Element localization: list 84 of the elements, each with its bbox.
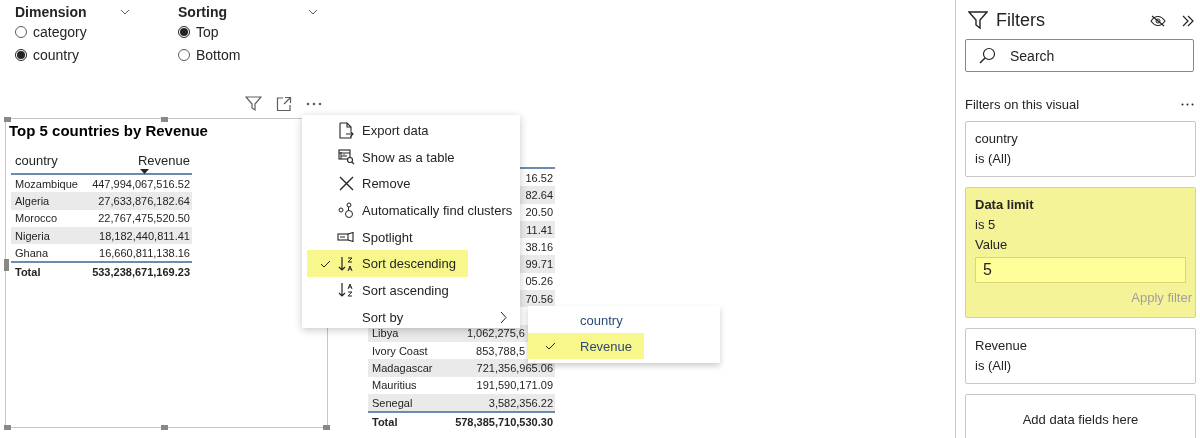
filter-summary: is 5 [975,216,997,234]
radio-option[interactable]: country [15,43,79,66]
total-label: Total [14,266,42,278]
filter-field: Data limit [975,195,1186,215]
table-cell: Libya [372,327,399,340]
spotlight-icon [337,232,355,243]
column-header[interactable]: Revenue [131,153,192,168]
table-cell-text: Algeria [14,194,51,207]
table-cell-text: 82.64 [525,188,554,201]
section-label: Filters on this visual [965,97,1080,112]
total-value: 533,238,671,169.23 [92,266,191,278]
table-cell-text: 38.16 [525,240,554,253]
table-cell-text: 70.56 [525,292,554,305]
search-icon [979,47,996,64]
filter-field: Revenue [975,336,1186,356]
filter-icon[interactable] [245,96,262,112]
table-cell-text: Morocco [14,212,59,225]
sort-descending-icon [338,255,354,272]
filter-summary: is (All) [975,150,1013,168]
filter-icon [968,11,988,30]
table-cell-text: 18,182,440,811.41 [99,229,191,242]
chevron-right-icon [500,311,507,324]
close-icon [338,176,354,192]
table-cell-text: 447,994,067,516.52 [92,177,191,190]
radio-option[interactable]: Bottom [178,43,241,66]
resize-handle[interactable] [4,117,11,122]
chevron-icon[interactable] [308,9,318,15]
more-options-icon[interactable] [306,102,322,106]
menu-item[interactable]: Sort descending [307,250,468,278]
table-cell-text: 05.26 [525,275,554,288]
filter-field: country [975,129,1186,149]
table-cell-text: Senegal [371,396,414,409]
table-cell: Ivory Coast [372,344,428,357]
table-cell-text: 191,590,171.09 [476,379,554,392]
slicer-title: Sorting [178,4,227,20]
filter-summary: is (All) [975,357,1013,375]
menu-item[interactable]: Revenue [528,333,645,359]
more-options-icon[interactable] [1181,103,1194,106]
table-cell-text: 1,062,275,6 [466,327,526,340]
table-cell-text: 16.52 [525,171,554,184]
pane-title: Filters [996,10,1046,31]
table-icon [337,149,355,166]
resize-handle[interactable] [323,425,330,430]
value-field[interactable]: 5 [975,257,1186,283]
total-label: Total [371,415,399,428]
chevron-icon[interactable] [120,9,130,15]
table-cell-text: Ghana [14,246,50,259]
resize-handle[interactable] [161,425,168,430]
drop-zone-label: Add data fields here [1022,412,1139,427]
filter-card[interactable]: country is (All) [965,121,1196,177]
table-cell-text: Nigeria [14,229,51,242]
resize-handle[interactable] [4,259,9,271]
resize-handle[interactable] [161,117,168,122]
clusters-icon [337,201,355,219]
search-field[interactable]: Search [965,39,1194,72]
table-cell-text: 22,767,475,520.50 [98,212,191,225]
filter-card[interactable]: Revenue is (All) [965,328,1196,384]
table-cell-text: 16,660,811,138.16 [99,246,191,259]
menu-item[interactable]: country [528,307,635,333]
table-cell-text: Madagascar [371,361,434,374]
visual-title: Top 5 countries by Revenue [9,122,209,140]
table-cell-text: 27,633,876,182.64 [98,194,191,207]
total-value: 578,385,710,530.30 [455,415,554,428]
table-cell-text: 99.71 [525,258,554,271]
slicer-title: Dimension [15,4,87,20]
collapse-icon[interactable] [1182,14,1194,27]
field-label: Value [975,236,1009,254]
visibility-off-icon[interactable] [1150,14,1166,27]
resize-handle[interactable] [4,425,11,430]
table-cell-text: Mozambique [14,177,79,190]
table-cell-text: 20.50 [525,206,554,219]
expand-icon[interactable] [276,96,292,112]
radio-option[interactable]: Top [178,20,219,43]
filter-card[interactable]: Add data fields here [965,394,1196,438]
table-cell-text: 853,788,5 [476,344,526,357]
sort-ascending-icon [338,282,354,299]
export-icon [338,121,354,139]
table-cell-text: 721,356,965.06 [476,361,554,374]
table-cell-text: 11.41 [526,223,554,236]
table-cell-text: 3,582,356.22 [488,396,554,409]
table-cell-text: Mauritius [371,379,418,392]
radio-option[interactable]: category [15,20,87,43]
column-header[interactable]: country [11,153,87,168]
filter-card[interactable]: Data limit is 5 Value 5 Apply filter [965,187,1196,318]
